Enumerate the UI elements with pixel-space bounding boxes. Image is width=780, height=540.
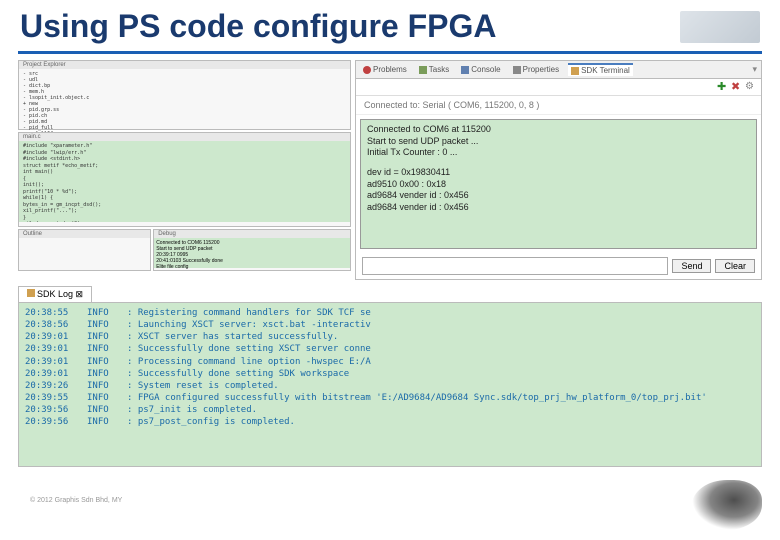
- terminal-input-row: Send Clear: [356, 253, 761, 279]
- log-line: 20:39:56INFO: ps7_post_config is complet…: [25, 416, 755, 428]
- terminal-line: Connected to COM6 at 115200: [367, 124, 750, 136]
- terminal-output: Connected to COM6 at 115200Start to send…: [360, 119, 757, 249]
- log-message: : Registering command handlers for SDK T…: [127, 307, 371, 319]
- tab-sdk-terminal-label: SDK Terminal: [581, 66, 630, 75]
- log-level: INFO: [87, 416, 127, 428]
- log-level: INFO: [87, 380, 127, 392]
- footer-copyright: © 2012 Graphis Sdn Bhd, MY: [30, 497, 122, 504]
- log-line: 20:39:26INFO: System reset is completed.: [25, 380, 755, 392]
- log-message: : Processing command line option -hwspec…: [127, 356, 371, 368]
- log-timestamp: 20:38:56: [25, 319, 87, 331]
- console-icon: [461, 66, 469, 74]
- sdk-log-output: 20:38:55INFO: Registering command handle…: [18, 302, 762, 467]
- disconnect-icon[interactable]: ✖: [731, 82, 741, 92]
- outline-panel: Outline: [18, 229, 151, 271]
- tab-tasks-label: Tasks: [429, 65, 449, 74]
- title-underline: [18, 51, 762, 54]
- terminal-toolbar: ✚ ✖ ⚙: [356, 79, 761, 96]
- slide-title-bar: Using PS code configure FPGA: [0, 0, 780, 49]
- properties-icon: [513, 66, 521, 74]
- log-timestamp: 20:39:01: [25, 356, 87, 368]
- slide-title: Using PS code configure FPGA: [20, 8, 497, 45]
- log-line: 20:39:01INFO: XSCT server has started su…: [25, 331, 755, 343]
- log-line: 20:39:01INFO: Processing command line op…: [25, 356, 755, 368]
- log-timestamp: 20:38:55: [25, 307, 87, 319]
- editor-tab[interactable]: main.c: [19, 133, 350, 141]
- log-timestamp: 20:39:56: [25, 416, 87, 428]
- log-timestamp: 20:39:01: [25, 343, 87, 355]
- code-area[interactable]: #include "xparameter.h"#include "lwip/er…: [19, 141, 350, 222]
- log-line: 20:39:01INFO: Successfully done setting …: [25, 368, 755, 380]
- log-timestamp: 20:39:01: [25, 368, 87, 380]
- tab-properties-label: Properties: [523, 65, 559, 74]
- tab-sdk-log[interactable]: SDK Log ⊠: [18, 286, 92, 302]
- clear-button[interactable]: Clear: [715, 259, 755, 273]
- debug-header: Debug: [154, 230, 350, 238]
- terminal-line: [367, 159, 750, 167]
- explorer-header: Project Explorer: [19, 61, 350, 69]
- sdk-log-icon: [27, 289, 35, 297]
- terminal-line: ad9684 vender id : 0x456: [367, 190, 750, 202]
- tab-properties[interactable]: Properties: [510, 64, 562, 75]
- log-level: INFO: [87, 331, 127, 343]
- outline-header: Outline: [19, 230, 150, 238]
- log-level: INFO: [87, 392, 127, 404]
- terminal-line: ad9684 vender id : 0x456: [367, 202, 750, 214]
- log-message: : ps7_init is completed.: [127, 404, 257, 416]
- log-timestamp: 20:39:56: [25, 404, 87, 416]
- log-line: 20:39:56INFO: ps7_init is completed.: [25, 404, 755, 416]
- tab-console[interactable]: Console: [458, 64, 503, 75]
- log-line: 20:39:55INFO: FPGA configured successful…: [25, 392, 755, 404]
- log-level: INFO: [87, 368, 127, 380]
- terminal-line: ad9510 0x00 : 0x18: [367, 179, 750, 191]
- log-message: : Launching XSCT server: xsct.bat -inter…: [127, 319, 371, 331]
- terminal-tabs-row: Problems Tasks Console Properties SDK Te…: [355, 60, 762, 78]
- log-message: : Successfully done setting SDK workspac…: [127, 368, 349, 380]
- tab-sdk-terminal[interactable]: SDK Terminal: [568, 63, 633, 76]
- tab-console-label: Console: [471, 65, 500, 74]
- tasks-icon: [419, 66, 427, 74]
- title-decoration: [680, 11, 760, 43]
- connection-status: Connected to: Serial ( COM6, 115200, 0, …: [356, 96, 761, 115]
- log-line: 20:38:56INFO: Launching XSCT server: xsc…: [25, 319, 755, 331]
- add-connection-icon[interactable]: ✚: [717, 82, 727, 92]
- log-level: INFO: [87, 307, 127, 319]
- log-timestamp: 20:39:26: [25, 380, 87, 392]
- code-editor-panel: main.c #include "xparameter.h"#include "…: [18, 132, 351, 227]
- footer-decoration: [692, 480, 762, 530]
- problems-icon: [363, 66, 371, 74]
- debug-body: Connected to COM6 115200Start to send UD…: [154, 238, 350, 268]
- log-timestamp: 20:39:55: [25, 392, 87, 404]
- settings-icon[interactable]: ⚙: [745, 82, 755, 92]
- log-level: INFO: [87, 319, 127, 331]
- tab-tasks[interactable]: Tasks: [416, 64, 452, 75]
- log-level: INFO: [87, 343, 127, 355]
- tab-problems[interactable]: Problems: [360, 64, 410, 75]
- log-message: : System reset is completed.: [127, 380, 279, 392]
- tab-problems-label: Problems: [373, 65, 407, 74]
- log-message: : FPGA configured successfully with bits…: [127, 392, 707, 404]
- terminal-line: Initial Tx Counter : 0 ...: [367, 147, 750, 159]
- project-explorer-panel: Project Explorer - src - udl - dict.bp -…: [18, 60, 351, 130]
- log-timestamp: 20:39:01: [25, 331, 87, 343]
- log-level: INFO: [87, 356, 127, 368]
- debug-line: Elite file config: [156, 264, 348, 270]
- terminal-line: Start to send UDP packet ...: [367, 136, 750, 148]
- sdk-log-tab-label: SDK Log: [37, 289, 73, 299]
- log-message: : XSCT server has started successfully.: [127, 331, 338, 343]
- log-message: : Successfully done setting XSCT server …: [127, 343, 371, 355]
- log-message: : ps7_post_config is completed.: [127, 416, 295, 428]
- send-button[interactable]: Send: [672, 259, 711, 273]
- code-line: xil_deassert_dma(0);: [23, 221, 346, 222]
- terminal-line: dev id = 0x19830411: [367, 167, 750, 179]
- log-level: INFO: [87, 404, 127, 416]
- log-line: 20:39:01INFO: Successfully done setting …: [25, 343, 755, 355]
- log-line: 20:38:55INFO: Registering command handle…: [25, 307, 755, 319]
- debug-panel: Debug Connected to COM6 115200Start to s…: [153, 229, 351, 271]
- tabs-menu-icon[interactable]: ▾: [752, 64, 757, 75]
- terminal-input[interactable]: [362, 257, 668, 275]
- sdk-terminal-icon: [571, 67, 579, 75]
- sdk-terminal-panel: ✚ ✖ ⚙ Connected to: Serial ( COM6, 11520…: [355, 78, 762, 280]
